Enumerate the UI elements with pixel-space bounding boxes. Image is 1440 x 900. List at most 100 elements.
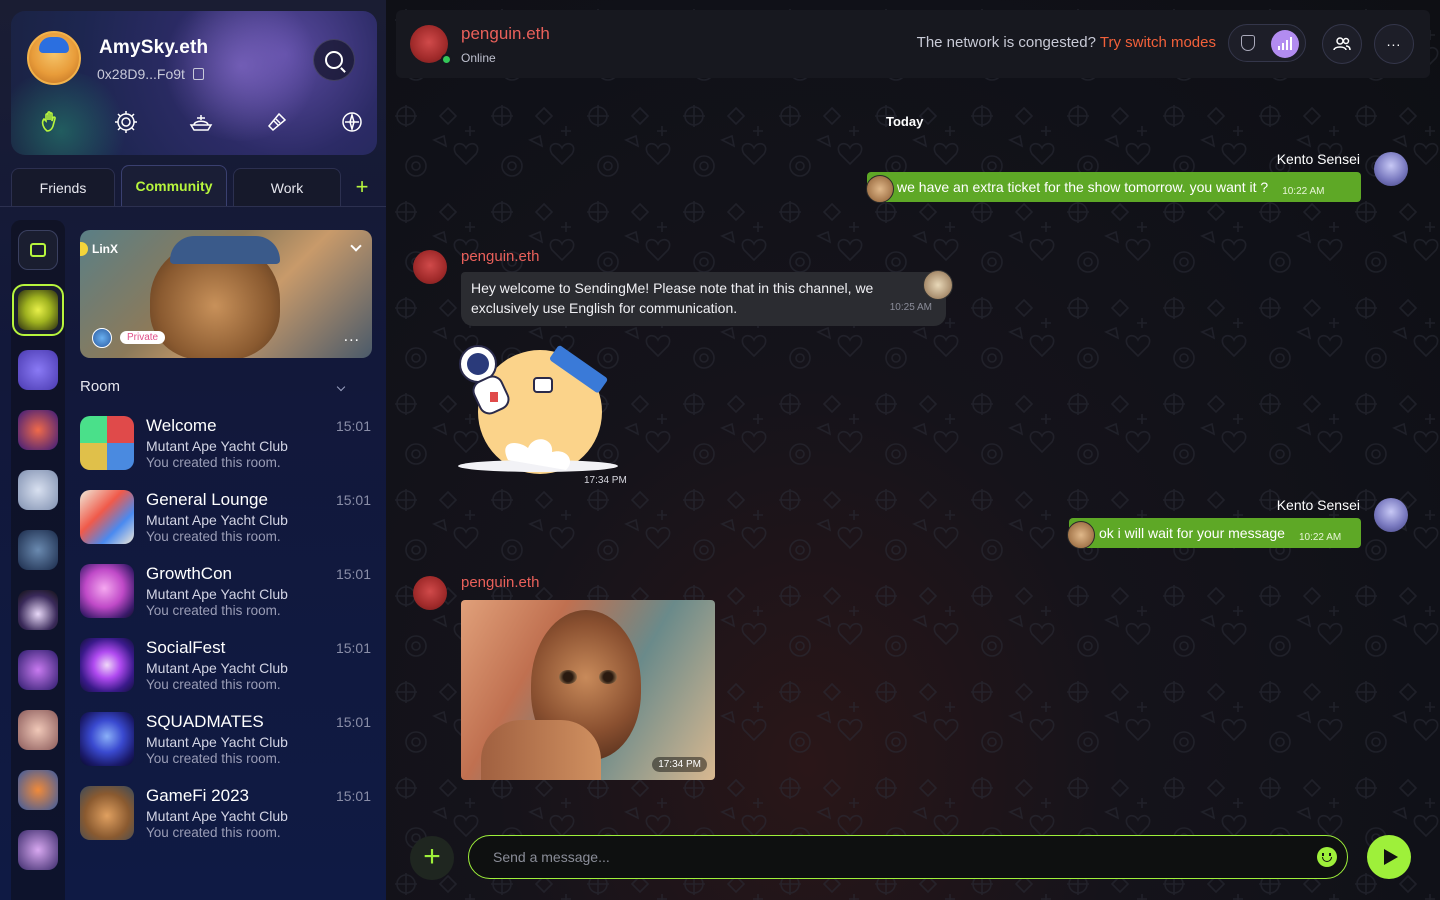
profile-name: AmySky.eth [99,37,209,58]
astronaut-sticker[interactable] [448,340,628,490]
add-tab-button[interactable]: + [347,168,377,206]
chat-panel: penguin.eth Online The network is conges… [386,0,1440,900]
community-avatar [18,290,58,330]
message-text: we have an extra ticket for the show tom… [897,179,1269,195]
members-button[interactable] [1322,24,1362,64]
date-separator: Today [886,114,924,129]
message-time: 10:22 AM [1282,185,1325,197]
users-icon [1333,37,1351,51]
chat-header: penguin.eth Online The network is conges… [396,10,1430,78]
message-input[interactable] [493,836,1273,877]
list-item[interactable]: Welcome Mutant Ape Yacht Club You create… [80,414,375,488]
room-name: GrowthCon [146,564,232,583]
community-banner[interactable]: LinX Private ... [80,230,372,358]
room-name: General Lounge [146,490,268,509]
avatar [92,328,112,348]
room-time: 15:01 [335,714,371,730]
rail-community[interactable] [18,590,58,630]
rail-community[interactable] [18,350,58,390]
chevron-down-icon[interactable] [336,382,346,391]
rail-community[interactable] [18,470,58,510]
network-mode-toggle[interactable] [1228,24,1306,62]
room-name: GameFi 2023 [146,786,249,805]
room-thumbnail [80,416,134,470]
copy-icon[interactable] [192,68,204,80]
settings-gear-icon[interactable] [111,107,141,137]
rail-community[interactable] [18,410,58,450]
signal-icon [1271,30,1299,58]
tab-friends[interactable]: Friends [11,168,115,206]
room-list: Welcome Mutant Ape Yacht Club You create… [80,414,375,858]
list-item[interactable]: GrowthCon Mutant Ape Yacht Club You crea… [80,562,375,636]
profile-card: AmySky.eth 0x28D9...Fo9t [11,11,377,155]
room-name: Welcome [146,416,217,435]
more-icon: ... [1386,33,1402,49]
avatar[interactable] [413,250,447,284]
chat-contact-name[interactable]: penguin.eth [461,24,550,44]
message-sender: Kento Sensei [1276,497,1360,513]
rail-community[interactable] [18,830,58,870]
avatar[interactable] [27,31,81,85]
avatar[interactable] [1374,152,1408,186]
room-section-title: Room [80,378,121,395]
message-time: 17:34 PM [584,475,627,486]
compass-icon[interactable] [337,107,367,137]
list-item[interactable]: GameFi 2023 Mutant Ape Yacht Club You cr… [80,784,375,858]
shield-icon [1241,35,1255,51]
emoji-icon[interactable] [1317,847,1337,867]
room-note: You created this room. [146,529,281,544]
avatar[interactable] [413,576,447,610]
image-content [481,720,601,780]
search-button[interactable] [313,39,355,81]
reaction-avatar [923,270,953,300]
online-indicator [441,54,452,65]
left-panel: AmySky.eth 0x28D9...Fo9t Friends Communi… [0,0,386,900]
rail-community[interactable] [18,770,58,810]
image-content [559,670,577,684]
label-marker [80,242,88,256]
room-thumbnail [80,786,134,840]
room-community: Mutant Ape Yacht Club [146,808,288,824]
avatar[interactable] [1374,498,1408,532]
rail-community-mutant-ape[interactable] [12,284,64,336]
room-section-header[interactable]: Room [80,378,350,395]
attach-button[interactable]: + [410,836,454,880]
tab-community[interactable]: Community [121,165,227,206]
ticket-icon[interactable] [262,107,292,137]
rail-community[interactable] [18,650,58,690]
message-bubble-outgoing[interactable]: we have an extra ticket for the show tom… [867,172,1361,202]
banner-art [170,236,280,264]
room-thumbnail [80,638,134,692]
room-thumbnail [80,564,134,618]
ship-icon[interactable] [186,107,216,137]
more-options-button[interactable]: ... [1374,24,1414,64]
search-icon [325,51,343,69]
message-image[interactable]: 17:34 PM [461,600,715,780]
room-note: You created this room. [146,825,281,840]
rail-home-button[interactable] [18,230,58,270]
room-time: 15:01 [335,492,371,508]
message-sender: penguin.eth [461,248,540,265]
room-note: You created this room. [146,603,281,618]
image-content [599,670,617,684]
message-bubble-outgoing[interactable]: ok i will wait for your message 10:22 AM [1069,518,1361,548]
room-community: Mutant Ape Yacht Club [146,438,288,454]
reaction-avatar [1067,521,1095,549]
hand-icon[interactable] [35,107,65,137]
rail-community[interactable] [18,710,58,750]
tab-work[interactable]: Work [233,168,341,206]
send-button[interactable] [1367,835,1411,879]
list-item[interactable]: SocialFest Mutant Ape Yacht Club You cre… [80,636,375,710]
network-notice: The network is congested? Try switch mod… [917,34,1216,51]
switch-modes-link[interactable]: Try switch modes [1100,34,1216,51]
home-icon [30,243,46,257]
room-community: Mutant Ape Yacht Club [146,734,288,750]
quick-actions [31,107,371,137]
message-time: 10:25 AM [889,302,932,313]
list-item[interactable]: SQUADMATES Mutant Ape Yacht Club You cre… [80,710,375,784]
chevron-down-icon[interactable] [350,240,362,252]
message-bubble-incoming[interactable]: Hey welcome to SendingMe! Please note th… [461,272,946,326]
more-icon[interactable]: ... [344,328,360,346]
list-item[interactable]: General Lounge Mutant Ape Yacht Club You… [80,488,375,562]
rail-community[interactable] [18,530,58,570]
